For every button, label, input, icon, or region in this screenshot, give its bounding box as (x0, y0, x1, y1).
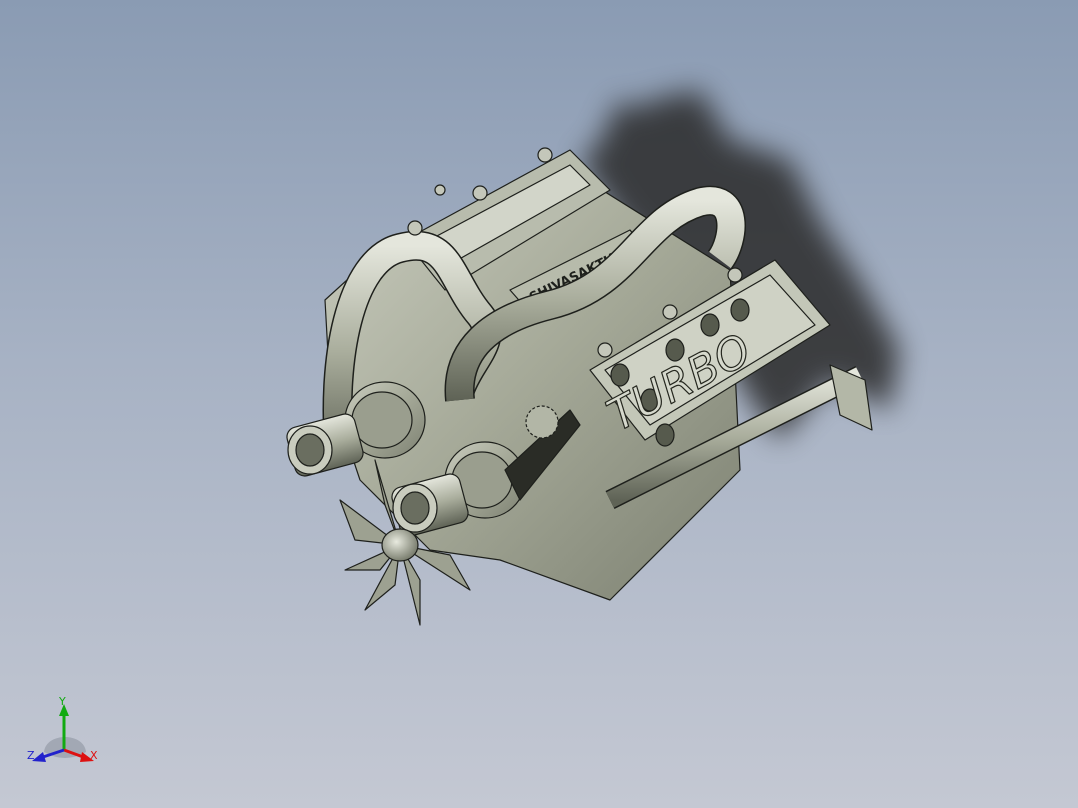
triad-graphic (32, 704, 94, 762)
axis-z-label: Z (27, 749, 35, 762)
axis-y-label: Y (59, 695, 66, 708)
engine-model[interactable]: TURBO SHIVASAKTHI (270, 130, 890, 650)
graphics-viewport[interactable]: TURBO SHIVASAKTHI X Y Z (0, 0, 1078, 808)
gear (525, 405, 559, 439)
axis-x-label: X (90, 749, 98, 762)
view-orientation-triad[interactable]: X Y Z (22, 692, 112, 772)
exhaust-flange (829, 364, 873, 431)
